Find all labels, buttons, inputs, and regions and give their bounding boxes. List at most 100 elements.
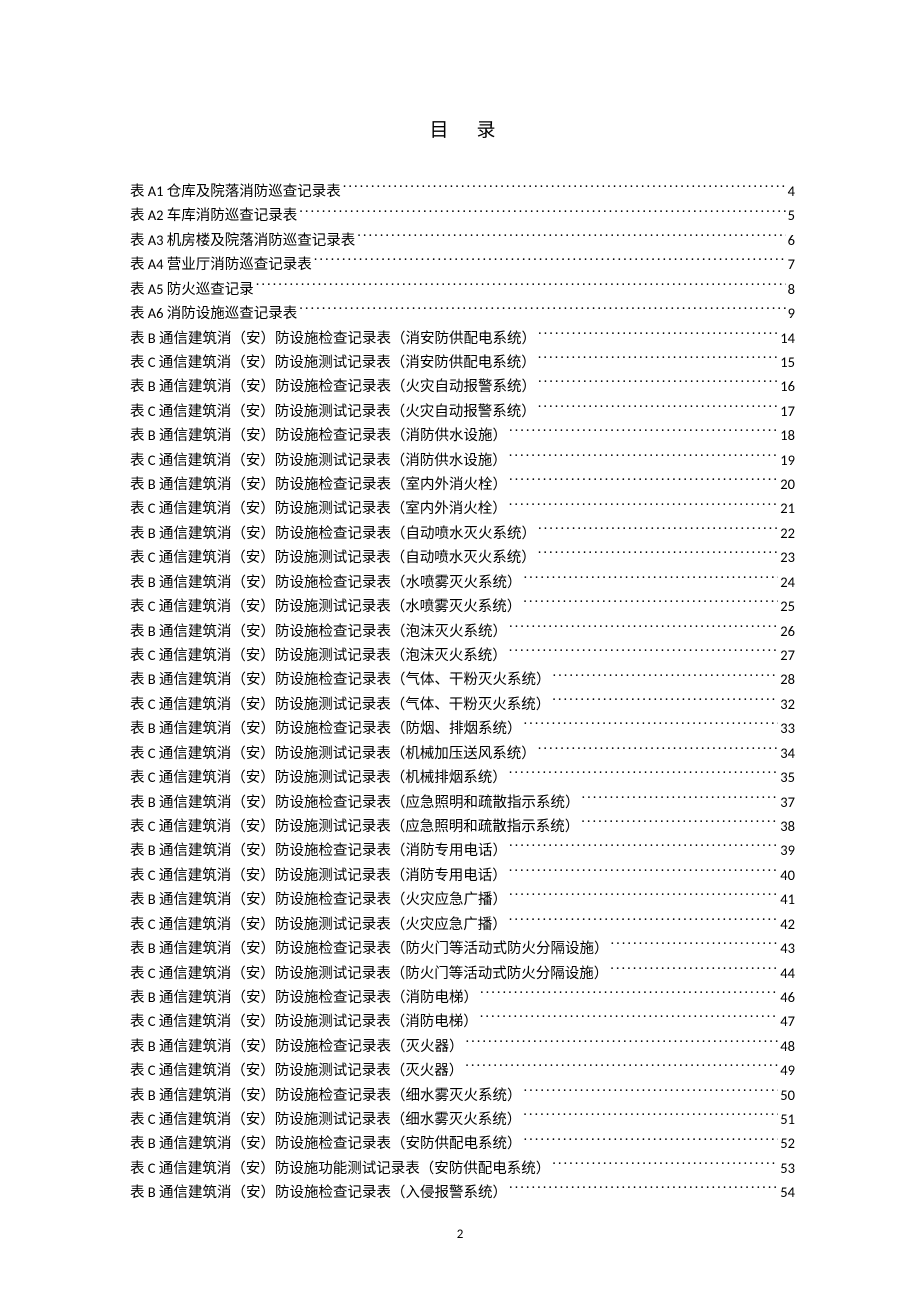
toc-entry-page: 24 (780, 571, 795, 595)
toc-entry-page: 25 (780, 595, 795, 619)
toc-entry-page: 54 (780, 1181, 795, 1205)
toc-entry[interactable]: 表 C 通信建筑消（安）防设施测试记录表（火灾自动报警系统）17 (130, 400, 795, 424)
toc-entry-text: 表 A6 消防设施巡查记录表 (130, 302, 297, 326)
toc-leader-dots (523, 1085, 778, 1100)
toc-entry[interactable]: 表 A1 仓库及院落消防巡查记录表4 (130, 180, 795, 204)
toc-leader-dots (523, 1134, 778, 1149)
toc-entry-page: 41 (780, 888, 795, 912)
toc-entry-page: 42 (780, 913, 795, 937)
toc-entry[interactable]: 表 B 通信建筑消（安）防设施检查记录表（安防供配电系统）52 (130, 1132, 795, 1156)
toc-entry[interactable]: 表 B 通信建筑消（安）防设施检查记录表（火灾应急广播）41 (130, 888, 795, 912)
toc-entry[interactable]: 表 B 通信建筑消（安）防设施检查记录表（消安防供配电系统） 14 (130, 327, 795, 351)
toc-leader-dots (538, 743, 779, 758)
toc-leader-dots (465, 1036, 778, 1051)
toc-leader-dots (538, 377, 778, 392)
toc-leader-dots (480, 1012, 779, 1027)
toc-leader-dots (509, 841, 778, 856)
toc-entry-page: 6 (788, 229, 795, 253)
toc-entry[interactable]: 表 C 通信建筑消（安）防设施测试记录表（机械排烟系统）35 (130, 766, 795, 790)
toc-entry-page: 7 (788, 253, 795, 277)
toc-entry-text: 表 B 通信建筑消（安）防设施检查记录表（应急照明和疏散指示系统） (130, 791, 579, 815)
toc-leader-dots (509, 621, 778, 636)
toc-entry[interactable]: 表 B 通信建筑消（安）防设施检查记录表（水喷雾灭火系统） 24 (130, 571, 795, 595)
toc-leader-dots (538, 352, 779, 367)
toc-entry[interactable]: 表 C 通信建筑消（安）防设施测试记录表（消防供水设施）19 (130, 449, 795, 473)
toc-entry[interactable]: 表 B 通信建筑消（安）防设施检查记录表（气体、干粉灭火系统）28 (130, 668, 795, 692)
toc-entry[interactable]: 表 C 通信建筑消（安）防设施测试记录表（室内外消火栓）21 (130, 497, 795, 521)
toc-entry-page: 18 (780, 424, 795, 448)
toc-entry[interactable]: 表 C 通信建筑消（安）防设施测试记录表（泡沫灭火系统）27 (130, 644, 795, 668)
toc-entry-text: 表 B 通信建筑消（安）防设施检查记录表（泡沫灭火系统） (130, 620, 507, 644)
toc-entry[interactable]: 表 B 通信建筑消（安）防设施检查记录表（火灾自动报警系统）16 (130, 375, 795, 399)
toc-entry[interactable]: 表 B 通信建筑消（安）防设施检查记录表（应急照明和疏散指示系统） 37 (130, 791, 795, 815)
toc-entry[interactable]: 表 A3 机房楼及院落消防巡查记录表6 (130, 229, 795, 253)
toc-entry[interactable]: 表 B 通信建筑消（安）防设施检查记录表（室内外消火栓）20 (130, 473, 795, 497)
toc-entry[interactable]: 表 C 通信建筑消（安）防设施测试记录表（消防专用电话） 40 (130, 864, 795, 888)
toc-entry-text: 表 C 通信建筑消（安）防设施测试记录表（消安防供配电系统） (130, 351, 536, 375)
toc-leader-dots (552, 670, 778, 685)
toc-entry-text: 表 B 通信建筑消（安）防设施检查记录表（入侵报警系统） (130, 1181, 507, 1205)
toc-entry[interactable]: 表 B 通信建筑消（安）防设施检查记录表（防火门等活动式防火分隔设施）43 (130, 937, 795, 961)
toc-entry-text: 表 C 通信建筑消（安）防设施测试记录表（消防专用电话） (130, 864, 507, 888)
toc-entry-text: 表 B 通信建筑消（安）防设施检查记录表（气体、干粉灭火系统） (130, 668, 550, 692)
toc-entry-text: 表 C 通信建筑消（安）防设施测试记录表（泡沫灭火系统） (130, 644, 507, 668)
toc-entry[interactable]: 表 B 通信建筑消（安）防设施检查记录表（自动喷水灭火系统）22 (130, 522, 795, 546)
toc-leader-dots (509, 1183, 778, 1198)
toc-leader-dots (509, 865, 779, 880)
toc-entry-page: 38 (780, 815, 795, 839)
toc-entry-text: 表 C 通信建筑消（安）防设施测试记录表（气体、干粉灭火系统） (130, 693, 550, 717)
toc-entry[interactable]: 表 C 通信建筑消（安）防设施测试记录表（应急照明和疏散指示系统）38 (130, 815, 795, 839)
toc-entry-text: 表 C 通信建筑消（安）防设施测试记录表（自动喷水灭火系统） (130, 546, 536, 570)
toc-entry[interactable]: 表 A4 营业厅消防巡查记录表 7 (130, 253, 795, 277)
toc-entry-page: 21 (780, 497, 795, 521)
toc-entry[interactable]: 表 C 通信建筑消（安）防设施测试记录表（水喷雾灭火系统）25 (130, 595, 795, 619)
toc-entry[interactable]: 表 B 通信建筑消（安）防设施检查记录表（细水雾灭火系统）50 (130, 1084, 795, 1108)
toc-entry[interactable]: 表 C 通信建筑消（安）防设施测试记录表（消防电梯）47 (130, 1010, 795, 1034)
toc-entry-page: 14 (780, 327, 795, 351)
toc-entry[interactable]: 表 B 通信建筑消（安）防设施检查记录表（泡沫灭火系统）26 (130, 620, 795, 644)
toc-leader-dots (552, 694, 778, 709)
toc-entry[interactable]: 表 C 通信建筑消（安）防设施功能测试记录表（安防供配电系统）53 (130, 1157, 795, 1181)
toc-entry[interactable]: 表 B 通信建筑消（安）防设施检查记录表（消防电梯）46 (130, 986, 795, 1010)
toc-entry[interactable]: 表 C 通信建筑消（安）防设施测试记录表（自动喷水灭火系统）23 (130, 546, 795, 570)
toc-entry-page: 37 (780, 791, 795, 815)
toc-entry[interactable]: 表 C 通信建筑消（安）防设施测试记录表（气体、干粉灭火系统）32 (130, 693, 795, 717)
toc-entry-page: 53 (780, 1157, 795, 1181)
toc-entry[interactable]: 表 C 通信建筑消（安）防设施测试记录表（消安防供配电系统）15 (130, 351, 795, 375)
toc-entry-page: 48 (780, 1035, 795, 1059)
toc-entry-text: 表 B 通信建筑消（安）防设施检查记录表（消防供水设施） (130, 424, 507, 448)
toc-leader-dots (523, 572, 778, 587)
toc-entry[interactable]: 表 C 通信建筑消（安）防设施测试记录表（细水雾灭火系统）51 (130, 1108, 795, 1132)
toc-entry[interactable]: 表 B 通信建筑消（安）防设施检查记录表（防烟、排烟系统）33 (130, 717, 795, 741)
toc-leader-dots (509, 426, 778, 441)
toc-entry-text: 表 B 通信建筑消（安）防设施检查记录表（自动喷水灭火系统） (130, 522, 536, 546)
toc-entry[interactable]: 表 A5 防火巡查记录8 (130, 278, 795, 302)
toc-entry[interactable]: 表 C 通信建筑消（安）防设施测试记录表（机械加压送风系统） 34 (130, 742, 795, 766)
toc-entry[interactable]: 表 B 通信建筑消（安）防设施检查记录表（灭火器） 48 (130, 1035, 795, 1059)
toc-entry-text: 表 B 通信建筑消（安）防设施检查记录表（灭火器） (130, 1035, 463, 1059)
toc-leader-dots (538, 401, 779, 416)
toc-entry-text: 表 A4 营业厅消防巡查记录表 (130, 253, 312, 277)
toc-entry-text: 表 C 通信建筑消（安）防设施测试记录表（机械加压送风系统） (130, 742, 536, 766)
toc-entry-page: 8 (788, 278, 795, 302)
toc-entry[interactable]: 表 A6 消防设施巡查记录表9 (130, 302, 795, 326)
toc-entry[interactable]: 表 C 通信建筑消（安）防设施测试记录表（火灾应急广播）42 (130, 913, 795, 937)
toc-entry[interactable]: 表 C 通信建筑消（安）防设施测试记录表（灭火器）49 (130, 1059, 795, 1083)
toc-entry-text: 表 C 通信建筑消（安）防设施测试记录表（火灾自动报警系统） (130, 400, 536, 424)
toc-leader-dots (523, 597, 778, 612)
toc-entry[interactable]: 表 C 通信建筑消（安）防设施测试记录表（防火门等活动式防火分隔设施）44 (130, 962, 795, 986)
toc-entry-text: 表 B 通信建筑消（安）防设施检查记录表（消防电梯） (130, 986, 478, 1010)
toc-entry-text: 表 B 通信建筑消（安）防设施检查记录表（消安防供配电系统） (130, 327, 536, 351)
toc-entry-page: 49 (780, 1059, 795, 1083)
toc-entry[interactable]: 表 B 通信建筑消（安）防设施检查记录表（消防供水设施） 18 (130, 424, 795, 448)
toc-entry-text: 表 B 通信建筑消（安）防设施检查记录表（防烟、排烟系统） (130, 717, 521, 741)
toc-entry-page: 34 (780, 742, 795, 766)
toc-entry[interactable]: 表 B 通信建筑消（安）防设施检查记录表（消防专用电话）39 (130, 839, 795, 863)
toc-entry-page: 40 (780, 864, 795, 888)
toc-entry-text: 表 B 通信建筑消（安）防设施检查记录表（水喷雾灭火系统） (130, 571, 521, 595)
toc-entry[interactable]: 表 B 通信建筑消（安）防设施检查记录表（入侵报警系统） 54 (130, 1181, 795, 1205)
toc-entry-page: 4 (788, 180, 795, 204)
toc-entry[interactable]: 表 A2 车库消防巡查记录表5 (130, 204, 795, 228)
toc-entry-page: 44 (780, 962, 795, 986)
toc-entry-page: 35 (780, 766, 795, 790)
